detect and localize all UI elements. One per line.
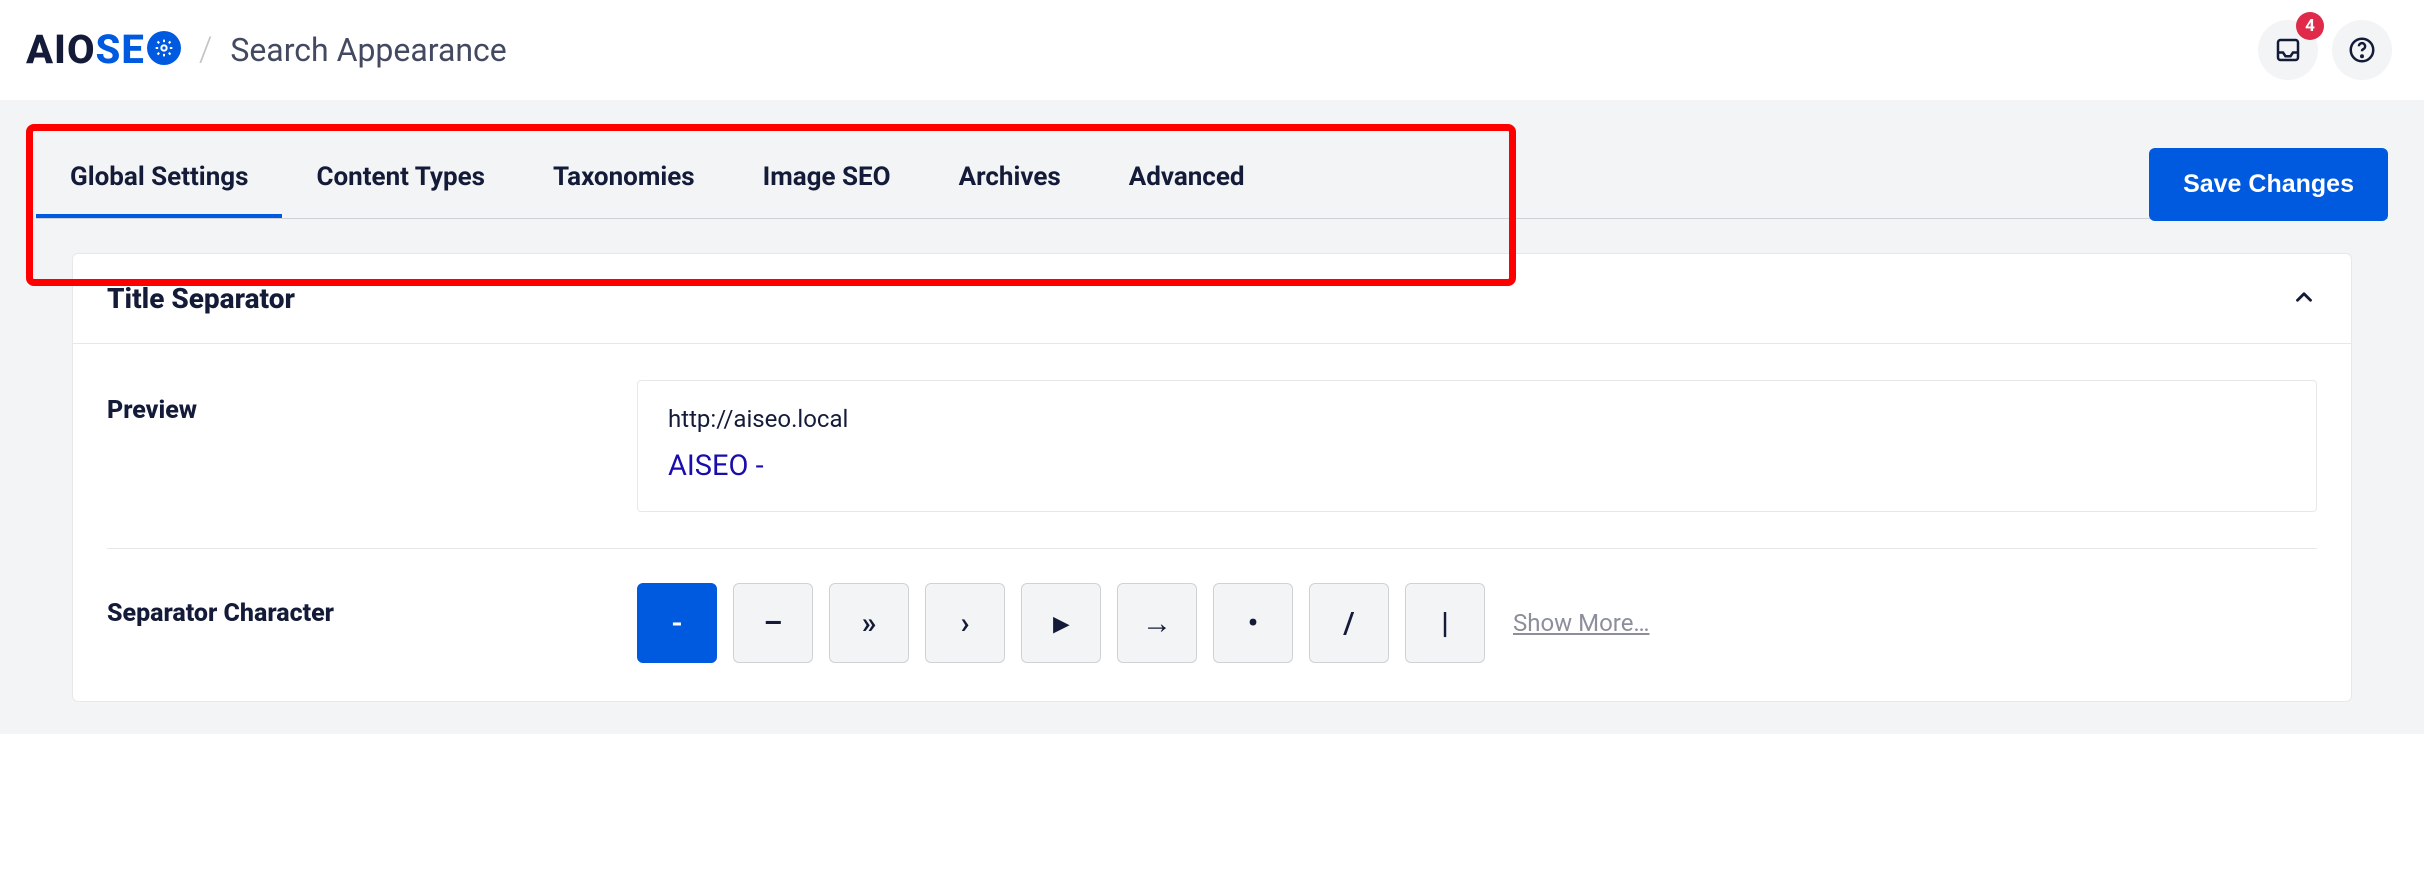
preview-box: http://aiseo.local AISEO -: [637, 380, 2317, 512]
topbar-right: 4: [2258, 20, 2392, 80]
gear-icon: [147, 31, 181, 65]
preview-title: AISEO -: [668, 449, 2286, 483]
brand-logo[interactable]: AIOSE: [26, 30, 181, 70]
separator-triangle[interactable]: ▸: [1021, 583, 1101, 663]
sub-header: Global Settings Content Types Taxonomies…: [0, 100, 2424, 734]
save-changes-button[interactable]: Save Changes: [2149, 148, 2388, 221]
chevron-up-icon: [2291, 284, 2317, 314]
tab-content-types[interactable]: Content Types: [282, 140, 518, 218]
help-button[interactable]: [2332, 20, 2392, 80]
panel-title: Title Separator: [107, 282, 295, 315]
page-title: Search Appearance: [230, 31, 506, 69]
panel-body: Preview http://aiseo.local AISEO - Separ…: [73, 344, 2351, 701]
separator-row: Separator Character - – » › ▸ → • / | Sh…: [107, 583, 2317, 663]
separator-pipe[interactable]: |: [1405, 583, 1485, 663]
separator-arrow[interactable]: →: [1117, 583, 1197, 663]
separator-ndash[interactable]: –: [733, 583, 813, 663]
preview-content: http://aiseo.local AISEO -: [637, 380, 2317, 512]
top-bar: AIOSE / Search Appearance 4: [0, 0, 2424, 100]
title-separator-panel: Title Separator Preview http://aiseo.loc…: [72, 253, 2352, 702]
preview-label: Preview: [107, 380, 637, 425]
topbar-left: AIOSE / Search Appearance: [26, 30, 507, 70]
tab-global-settings[interactable]: Global Settings: [36, 140, 282, 218]
tab-taxonomies[interactable]: Taxonomies: [519, 140, 729, 218]
separator-label: Separator Character: [107, 583, 637, 628]
separator-rsaquo[interactable]: ›: [925, 583, 1005, 663]
separator-options: - – » › ▸ → • / | Show More…: [637, 583, 2317, 663]
tabbar: Global Settings Content Types Taxonomies…: [36, 140, 2388, 219]
tab-image-seo[interactable]: Image SEO: [729, 140, 925, 218]
separator-content: - – » › ▸ → • / | Show More…: [637, 583, 2317, 663]
preview-url: http://aiseo.local: [668, 405, 2286, 433]
notifications-badge: 4: [2296, 12, 2324, 40]
preview-row: Preview http://aiseo.local AISEO -: [107, 380, 2317, 512]
separator-bullet[interactable]: •: [1213, 583, 1293, 663]
panel-header[interactable]: Title Separator: [73, 254, 2351, 344]
tab-archives[interactable]: Archives: [925, 140, 1095, 218]
divider: [107, 548, 2317, 549]
show-more-link[interactable]: Show More…: [1513, 609, 1649, 637]
tabbar-container: Global Settings Content Types Taxonomies…: [36, 140, 2388, 219]
brand-se: SE: [96, 30, 145, 70]
separator-dash[interactable]: -: [637, 583, 717, 663]
tab-advanced[interactable]: Advanced: [1095, 140, 1279, 218]
brand-aio: AIO: [26, 30, 96, 70]
separator-raquo[interactable]: »: [829, 583, 909, 663]
breadcrumb-separator: /: [199, 30, 213, 70]
notifications-button[interactable]: 4: [2258, 20, 2318, 80]
separator-slash[interactable]: /: [1309, 583, 1389, 663]
